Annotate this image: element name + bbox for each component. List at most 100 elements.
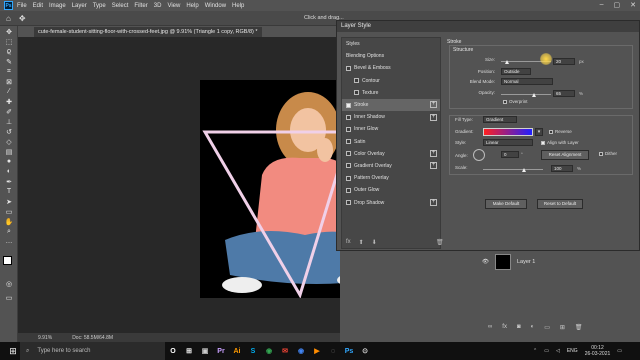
add-style-icon[interactable]: + bbox=[430, 101, 437, 109]
trash-icon[interactable]: 🗑 bbox=[436, 239, 444, 246]
style-item-texture[interactable]: Texture bbox=[342, 87, 440, 99]
close-icon[interactable]: ✕ bbox=[630, 1, 636, 9]
language-indicator[interactable]: ENG bbox=[567, 348, 578, 354]
gradient-swatch[interactable] bbox=[483, 128, 533, 136]
menu-help-2[interactable]: Help bbox=[232, 3, 244, 9]
pen-tool-icon[interactable]: ✒ bbox=[3, 177, 15, 186]
shape-tool-icon[interactable]: ▭ bbox=[3, 207, 15, 216]
scale-slider[interactable] bbox=[483, 169, 543, 170]
photoshop-taskbar-icon[interactable]: Ps bbox=[341, 342, 357, 360]
visibility-eye-icon[interactable]: 👁 bbox=[482, 259, 489, 265]
scale-slider-knob[interactable] bbox=[522, 168, 526, 172]
vlc-icon[interactable]: ▶ bbox=[309, 342, 325, 360]
new-layer-icon[interactable]: ⊞ bbox=[560, 324, 565, 331]
menu-3d[interactable]: 3D bbox=[154, 3, 162, 9]
make-default-button[interactable]: Make Default bbox=[485, 199, 527, 209]
menu-layer[interactable]: Layer bbox=[72, 3, 87, 9]
overprint-checkbox[interactable] bbox=[503, 100, 507, 104]
healing-brush-icon[interactable]: ✚ bbox=[3, 97, 15, 106]
lasso-tool-icon[interactable]: ϱ bbox=[3, 47, 15, 56]
styles-header[interactable]: Styles bbox=[342, 38, 440, 50]
style-checkbox[interactable] bbox=[346, 102, 351, 108]
style-checkbox[interactable] bbox=[346, 200, 351, 206]
style-checkbox[interactable] bbox=[346, 175, 351, 181]
menu-image[interactable]: Image bbox=[49, 3, 66, 9]
move-tool-icon[interactable]: ✥ bbox=[19, 14, 26, 23]
premiere-icon[interactable]: Pr bbox=[213, 342, 229, 360]
align-checkbox[interactable] bbox=[541, 141, 545, 145]
volume-icon[interactable]: ◁ bbox=[556, 348, 560, 354]
menu-type[interactable]: Type bbox=[93, 3, 106, 9]
chevron-up-icon[interactable]: ⌃ bbox=[533, 348, 537, 354]
style-checkbox[interactable] bbox=[346, 114, 351, 120]
move-down-icon[interactable]: ⬇ bbox=[372, 239, 377, 246]
history-brush-icon[interactable]: ↺ bbox=[3, 127, 15, 136]
app-icon[interactable]: ⊙ bbox=[357, 342, 373, 360]
fill-type-select[interactable]: Gradient bbox=[483, 116, 517, 123]
reset-alignment-button[interactable]: Reset Alignment bbox=[541, 150, 589, 160]
style-item-blending-options[interactable]: Blending Options bbox=[342, 50, 440, 62]
style-checkbox[interactable] bbox=[346, 126, 351, 132]
zoom-tool-icon[interactable]: ⌕ bbox=[3, 227, 15, 236]
reset-to-default-button[interactable]: Reset to Default bbox=[537, 199, 583, 209]
illustrator-icon[interactable]: Ai bbox=[229, 342, 245, 360]
move-up-icon[interactable]: ⬆ bbox=[359, 239, 364, 246]
maximize-icon[interactable]: ▢ bbox=[614, 1, 621, 9]
blend-mode-select[interactable]: Normal bbox=[501, 78, 553, 85]
home-icon[interactable]: ⌂ bbox=[6, 14, 11, 23]
style-item-satin[interactable]: Satin bbox=[342, 136, 440, 148]
taskbar-search[interactable]: ⌕ Type here to search bbox=[20, 342, 165, 360]
zoom-level[interactable]: 9.91% bbox=[38, 335, 52, 341]
menu-edit[interactable]: Edit bbox=[33, 3, 43, 9]
network-icon[interactable]: ▭ bbox=[544, 348, 549, 354]
task-view-icon[interactable]: ⊞ bbox=[181, 342, 197, 360]
style-item-gradient-overlay[interactable]: Gradient Overlay + bbox=[342, 160, 440, 172]
size-slider-knob[interactable] bbox=[505, 60, 509, 64]
clock[interactable]: 00:12 26-03-2021 bbox=[585, 345, 611, 357]
opacity-slider[interactable] bbox=[501, 94, 551, 95]
app-icon[interactable]: ▣ bbox=[197, 342, 213, 360]
chrome-icon[interactable]: ◉ bbox=[261, 342, 277, 360]
dither-checkbox[interactable] bbox=[599, 152, 603, 156]
cortana-icon[interactable]: O bbox=[165, 342, 181, 360]
gradient-tool-icon[interactable]: ▤ bbox=[3, 147, 15, 156]
trash-icon[interactable]: 🗑 bbox=[575, 324, 583, 331]
screen-mode-icon[interactable]: ▭ bbox=[3, 293, 15, 302]
layer-row[interactable]: 👁 Layer 1 bbox=[482, 252, 640, 272]
style-checkbox[interactable] bbox=[354, 78, 359, 84]
menu-select[interactable]: Select bbox=[112, 3, 129, 9]
style-item-bevel-emboss[interactable]: Bevel & Emboss bbox=[342, 62, 440, 74]
dodge-tool-icon[interactable]: ◐ bbox=[3, 167, 15, 176]
add-style-icon[interactable]: + bbox=[430, 113, 437, 121]
minimize-icon[interactable]: – bbox=[600, 1, 604, 9]
eraser-icon[interactable]: ◇ bbox=[3, 137, 15, 146]
brush-tool-icon[interactable]: ✐ bbox=[3, 107, 15, 116]
frame-tool-icon[interactable]: ⊠ bbox=[3, 77, 15, 86]
add-style-icon[interactable]: + bbox=[430, 162, 437, 170]
style-item-inner-glow[interactable]: Inner Glow bbox=[342, 123, 440, 135]
folder-icon[interactable]: ▭ bbox=[544, 324, 550, 331]
style-checkbox[interactable] bbox=[346, 163, 351, 169]
mail-icon[interactable]: ✉ bbox=[277, 342, 293, 360]
windows-start-icon[interactable]: ⊞ bbox=[6, 342, 20, 360]
angle-dial[interactable] bbox=[473, 149, 485, 161]
opacity-slider-knob[interactable] bbox=[532, 93, 536, 97]
layer-name[interactable]: Layer 1 bbox=[517, 259, 535, 265]
clone-stamp-icon[interactable]: ⊥ bbox=[3, 117, 15, 126]
menu-help[interactable]: Help bbox=[186, 3, 198, 9]
style-checkbox[interactable] bbox=[346, 151, 351, 157]
style-checkbox[interactable] bbox=[346, 187, 351, 193]
fx-icon[interactable]: fx bbox=[346, 239, 351, 246]
move-tool-icon[interactable]: ✥ bbox=[3, 27, 15, 36]
scale-input[interactable]: 100 bbox=[551, 165, 573, 172]
quick-mask-icon[interactable]: ◎ bbox=[3, 279, 15, 288]
size-input[interactable]: 20 bbox=[553, 58, 575, 65]
style-item-stroke[interactable]: Stroke + bbox=[342, 98, 440, 112]
opacity-input[interactable]: 65 bbox=[553, 90, 575, 97]
angle-input[interactable]: 0 bbox=[501, 151, 519, 158]
style-item-outer-glow[interactable]: Outer Glow bbox=[342, 184, 440, 196]
menu-filter[interactable]: Filter bbox=[134, 3, 147, 9]
eyedropper-icon[interactable]: ⁄ bbox=[3, 87, 15, 96]
menu-window[interactable]: Window bbox=[205, 3, 226, 9]
document-tab[interactable]: cute-female-student-sitting-floor-with-c… bbox=[34, 27, 262, 37]
